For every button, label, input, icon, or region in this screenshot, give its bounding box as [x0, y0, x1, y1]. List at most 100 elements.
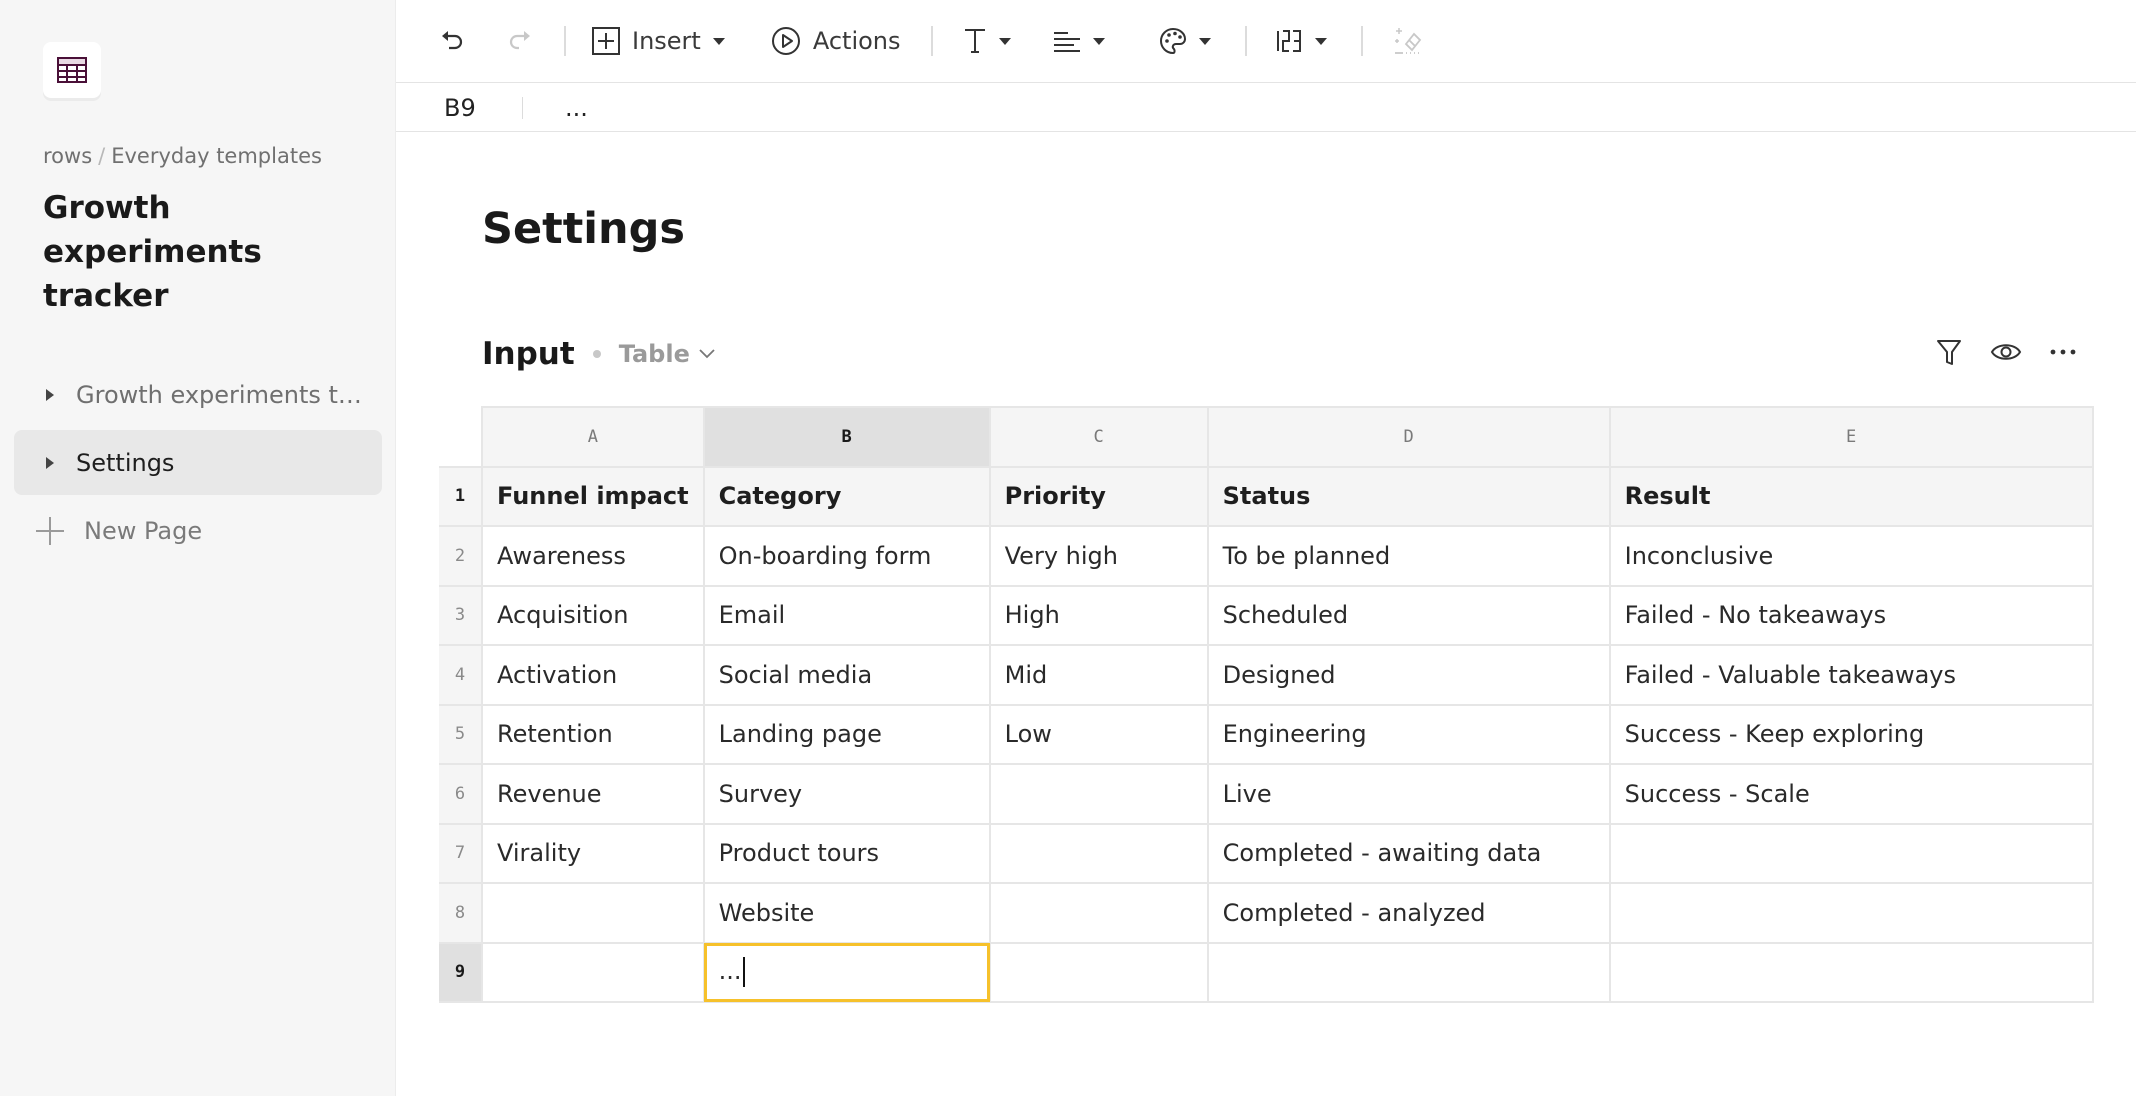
- dropdown-caret-icon: [1314, 37, 1327, 45]
- cell-c2[interactable]: Very high: [988, 525, 1209, 587]
- table-row: 4 Activation Social media Mid Designed Failed…: [439, 644, 2094, 706]
- cell-b6[interactable]: Survey: [702, 763, 991, 825]
- expand-caret-icon[interactable]: [46, 388, 54, 401]
- cell-a2[interactable]: Awareness: [481, 525, 705, 587]
- table-row: 2 Awareness On-boarding form Very high To be…: [439, 525, 2094, 587]
- column-header-c[interactable]: C: [988, 406, 1209, 467]
- cell-a5[interactable]: Retention: [481, 703, 705, 765]
- cell-edit-text[interactable]: ...: [719, 957, 742, 985]
- formula-input[interactable]: [565, 93, 1965, 122]
- cell-c3[interactable]: High: [988, 584, 1209, 646]
- cell-e7[interactable]: [1608, 822, 2094, 884]
- column-header-a[interactable]: A: [481, 406, 705, 467]
- filter-icon: [1937, 340, 1961, 365]
- cell-b2[interactable]: On-boarding form: [702, 525, 991, 587]
- undo-button[interactable]: [440, 16, 466, 66]
- color-button[interactable]: [1159, 16, 1211, 66]
- cell-e9[interactable]: [1608, 941, 2094, 1003]
- cell-c6[interactable]: [988, 763, 1209, 825]
- row-number[interactable]: 1: [439, 465, 483, 527]
- cell-b9[interactable]: ...: [702, 941, 991, 1003]
- redo-button[interactable]: [506, 16, 532, 66]
- row-number[interactable]: 5: [439, 703, 483, 765]
- cell-e3[interactable]: Failed - No takeaways: [1608, 584, 2094, 646]
- toolbar-divider: [1360, 26, 1363, 56]
- cell-d8[interactable]: Completed - analyzed: [1206, 882, 1611, 944]
- cell-a1[interactable]: Funnel impact: [481, 465, 705, 527]
- column-header-e[interactable]: E: [1608, 406, 2094, 467]
- row-number[interactable]: 8: [439, 882, 483, 944]
- cell-c4[interactable]: Mid: [988, 644, 1209, 706]
- cell-a3[interactable]: Acquisition: [481, 584, 705, 646]
- table-row: 5 Retention Landing page Low Engineering Succ…: [439, 703, 2094, 765]
- breadcrumb-item-rows[interactable]: rows: [43, 144, 92, 168]
- cell-d3[interactable]: Scheduled: [1206, 584, 1611, 646]
- new-page-button[interactable]: New Page: [14, 498, 382, 563]
- new-page-label: New Page: [84, 516, 203, 545]
- cell-e4[interactable]: Failed - Valuable takeaways: [1608, 644, 2094, 706]
- row-number[interactable]: 4: [439, 644, 483, 706]
- column-header-d[interactable]: D: [1206, 406, 1611, 467]
- expand-caret-icon[interactable]: [46, 456, 54, 469]
- sidebar-page-settings[interactable]: Settings: [14, 430, 382, 495]
- cell-d6[interactable]: Live: [1206, 763, 1611, 825]
- column-header-b[interactable]: B: [702, 406, 991, 467]
- page-title[interactable]: Settings: [482, 204, 685, 254]
- cell-c9[interactable]: [988, 941, 1209, 1003]
- row-number[interactable]: 2: [439, 525, 483, 587]
- app-logo[interactable]: [43, 42, 101, 98]
- row-number[interactable]: 9: [439, 941, 483, 1003]
- cell-e6[interactable]: Success - Scale: [1608, 763, 2094, 825]
- row-number[interactable]: 7: [439, 822, 483, 884]
- cell-e2[interactable]: Inconclusive: [1608, 525, 2094, 587]
- text-format-button[interactable]: [963, 16, 1011, 66]
- cell-d4[interactable]: Designed: [1206, 644, 1611, 706]
- table-name[interactable]: Input: [482, 336, 575, 372]
- spreadsheet-grid: A B C D E 1 Funnel impact Category Priority…: [439, 406, 2094, 1003]
- redo-icon: [509, 31, 530, 50]
- number-format-button[interactable]: [1275, 16, 1327, 66]
- filter-button[interactable]: [1936, 338, 1962, 366]
- view-type-dropdown[interactable]: Table: [619, 340, 716, 368]
- cell-a7[interactable]: Virality: [481, 822, 705, 884]
- cell-b1[interactable]: Category: [702, 465, 991, 527]
- cell-a9[interactable]: [481, 941, 705, 1003]
- table-row: 8 Website Completed - analyzed: [439, 882, 2094, 944]
- cell-a4[interactable]: Activation: [481, 644, 705, 706]
- document-title[interactable]: Growth experiments tracker: [43, 186, 343, 318]
- cell-c8[interactable]: [988, 882, 1209, 944]
- cell-reference[interactable]: B9: [444, 94, 522, 122]
- cell-e8[interactable]: [1608, 882, 2094, 944]
- chevron-down-icon: [699, 349, 715, 359]
- cell-e1[interactable]: Result: [1608, 465, 2094, 527]
- cell-b7[interactable]: Product tours: [702, 822, 991, 884]
- align-left-icon: [1053, 32, 1080, 52]
- text-cursor: [742, 957, 745, 988]
- cell-c5[interactable]: Low: [988, 703, 1209, 765]
- toolbar-divider: [1244, 26, 1247, 56]
- cell-b5[interactable]: Landing page: [702, 703, 991, 765]
- cell-b8[interactable]: Website: [702, 882, 991, 944]
- row-number[interactable]: 3: [439, 584, 483, 646]
- cell-c7[interactable]: [988, 822, 1209, 884]
- cell-a6[interactable]: Revenue: [481, 763, 705, 825]
- cell-d7[interactable]: Completed - awaiting data: [1206, 822, 1611, 884]
- breadcrumb-item-folder[interactable]: Everyday templates: [111, 144, 322, 168]
- more-options-button[interactable]: [2050, 348, 2076, 356]
- visibility-button[interactable]: [1990, 340, 2022, 364]
- cell-d5[interactable]: Engineering: [1206, 703, 1611, 765]
- sidebar-page-growth-experiments[interactable]: Growth experiments tracker: [14, 362, 382, 427]
- row-number[interactable]: 6: [439, 763, 483, 825]
- cell-d9[interactable]: [1206, 941, 1611, 1003]
- clear-format-button[interactable]: [1393, 16, 1423, 66]
- cell-b3[interactable]: Email: [702, 584, 991, 646]
- actions-button[interactable]: Actions: [771, 16, 901, 66]
- align-button[interactable]: [1053, 16, 1105, 66]
- cell-c1[interactable]: Priority: [988, 465, 1209, 527]
- insert-button[interactable]: Insert: [592, 16, 725, 66]
- cell-d1[interactable]: Status: [1206, 465, 1611, 527]
- cell-e5[interactable]: Success - Keep exploring: [1608, 703, 2094, 765]
- cell-d2[interactable]: To be planned: [1206, 525, 1611, 587]
- cell-a8[interactable]: [481, 882, 705, 944]
- cell-b4[interactable]: Social media: [702, 644, 991, 706]
